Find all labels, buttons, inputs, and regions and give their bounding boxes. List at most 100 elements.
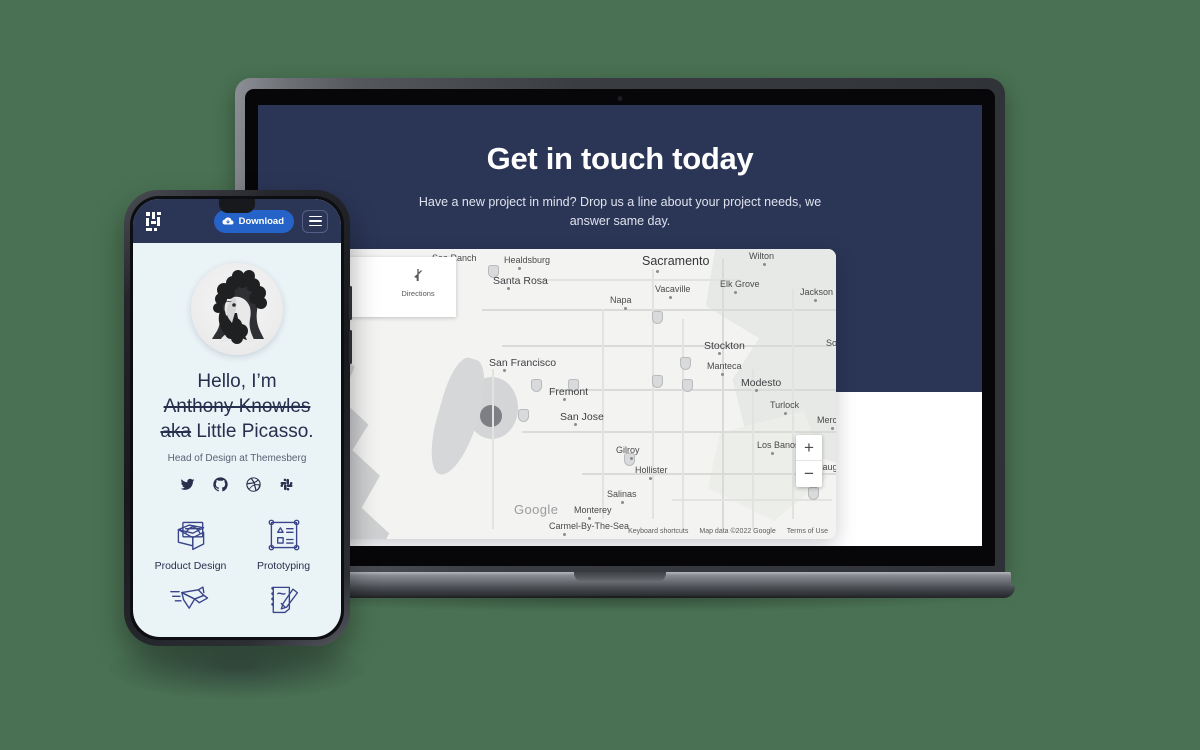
- map-label: Vacaville: [655, 284, 691, 294]
- map-label-dot: [588, 517, 591, 520]
- laptop-base-notch: [574, 572, 666, 582]
- phone-volume-down-button[interactable]: [349, 330, 352, 364]
- map-label: Merced: [817, 415, 836, 425]
- hero-nickname: Little Picasso.: [191, 421, 314, 443]
- prototyping-icon: [240, 512, 327, 558]
- map-label-dot: [784, 412, 787, 415]
- map-highway-shield-icon: [808, 487, 819, 500]
- service-card-product-design[interactable]: Product Design: [147, 512, 234, 572]
- map-label-dot: [563, 533, 566, 536]
- map-highway-shield-icon: [652, 375, 663, 388]
- map-label: Healdsburg: [504, 255, 551, 265]
- keyboard-shortcuts-link[interactable]: Keyboard shortcuts: [628, 528, 688, 535]
- map-label-dot: [507, 287, 510, 290]
- map-road: [502, 345, 832, 347]
- service-card-prototyping[interactable]: Prototyping: [240, 512, 327, 572]
- map-label: Hollister: [635, 465, 668, 475]
- slack-icon[interactable]: [279, 477, 294, 497]
- map-label: Sonora: [826, 338, 836, 348]
- phone-screen: Download Hello, I’m Anthony Knowles aka …: [133, 199, 341, 637]
- map-zoom-in-button[interactable]: +: [796, 435, 822, 461]
- hero-role: Head of Design at Themesberg: [167, 453, 307, 465]
- map-zoom-out-button[interactable]: −: [796, 461, 822, 487]
- laptop-screen: Get in touch today Have a new project in…: [258, 105, 982, 546]
- map-attribution: Map data ©2022 Google: [699, 528, 776, 535]
- map-label: Stockton: [704, 340, 745, 352]
- download-button-label: Download: [238, 215, 284, 227]
- mockup-scene: Get in touch today Have a new project in…: [0, 0, 1200, 750]
- service-label: Prototyping: [256, 560, 311, 573]
- map-label-dot: [718, 352, 721, 355]
- map-zoom-controls[interactable]: + −: [796, 435, 822, 487]
- phone-mockup: Download Hello, I’m Anthony Knowles aka …: [124, 190, 352, 646]
- dribbble-icon[interactable]: [246, 477, 261, 497]
- map-label-dot: [624, 307, 627, 310]
- map-label-dot: [669, 296, 672, 299]
- map-label: Fremont: [549, 386, 589, 398]
- service-card-origami[interactable]: [147, 576, 234, 624]
- map-label-dot: [771, 452, 774, 455]
- map-label: Turlock: [770, 400, 800, 410]
- profile-avatar: [191, 263, 283, 355]
- map-label-dot: [503, 369, 506, 372]
- map-highway-shield-icon: [652, 311, 663, 324]
- themesberg-logo[interactable]: [146, 211, 165, 231]
- map-label: Monterey: [574, 505, 612, 515]
- map-label: Los Banos: [757, 440, 800, 450]
- map-label: Gilroy: [616, 445, 640, 455]
- mobile-hero: Hello, I’m Anthony Knowles aka Little Pi…: [133, 243, 341, 624]
- map-label: Salinas: [607, 489, 637, 499]
- map-label: Wilton: [749, 251, 775, 261]
- map-highway-shield-icon: [680, 357, 691, 370]
- map-label: San Francisco: [489, 357, 557, 369]
- cloud-download-icon: [222, 217, 234, 225]
- github-icon[interactable]: [213, 477, 228, 497]
- hamburger-menu-icon[interactable]: [302, 209, 328, 233]
- page-subtitle: Have a new project in mind? Drop us a li…: [418, 195, 822, 229]
- terms-of-use-link[interactable]: Terms of Use: [787, 528, 828, 535]
- map-marker-san-francisco[interactable]: [480, 405, 502, 427]
- map-road: [522, 431, 836, 433]
- map-road: [752, 369, 754, 529]
- map-label-dot: [656, 270, 659, 273]
- map-road: [652, 269, 654, 519]
- twitter-icon[interactable]: [180, 477, 195, 497]
- notepad-pen-icon: [240, 576, 327, 622]
- map-directions-button[interactable]: Directions: [394, 267, 442, 298]
- map-road: [722, 259, 724, 529]
- map-road: [542, 279, 742, 281]
- map-label-dot: [734, 291, 737, 294]
- map-label: Santa Rosa: [493, 275, 548, 287]
- map-label-dot: [574, 423, 577, 426]
- map-road: [682, 319, 684, 529]
- map-label-dot: [814, 299, 817, 302]
- map-label-dot: [649, 477, 652, 480]
- download-button[interactable]: Download: [213, 209, 294, 233]
- laptop-bezel: Get in touch today Have a new project in…: [245, 89, 995, 566]
- product-design-icon: [147, 512, 234, 558]
- map-label: Elk Grove: [720, 279, 760, 289]
- map-label: Jackson: [800, 287, 834, 297]
- laptop-shadow: [255, 596, 985, 612]
- hero-greeting: Hello, I’m: [197, 371, 277, 392]
- map-label: Manteca: [707, 361, 742, 371]
- phone-bezel: Download Hello, I’m Anthony Knowles aka …: [130, 196, 344, 640]
- map-label-dot: [518, 267, 521, 270]
- map-label: Napa: [610, 295, 632, 305]
- map-label: Sacramento: [642, 254, 710, 268]
- page-title: Get in touch today: [486, 141, 754, 176]
- service-label: Product Design: [154, 560, 227, 573]
- laptop-lid: Get in touch today Have a new project in…: [235, 78, 1005, 576]
- map-footer: Keyboard shortcuts Map data ©2022 Google…: [628, 528, 828, 535]
- google-logo: Google: [514, 502, 559, 517]
- map-label: Carmel-By-The-Sea: [549, 521, 630, 531]
- directions-arrow-icon: [414, 269, 422, 281]
- map-label-dot: [755, 389, 758, 392]
- phone-volume-up-button[interactable]: [349, 286, 352, 320]
- phone-notch: [219, 199, 255, 213]
- map-label-dot: [630, 457, 633, 460]
- service-card-notepad[interactable]: [240, 576, 327, 624]
- hero-struck-aka: aka: [160, 421, 192, 443]
- webcam-icon: [617, 96, 623, 101]
- map-highway-shield-icon: [682, 379, 693, 392]
